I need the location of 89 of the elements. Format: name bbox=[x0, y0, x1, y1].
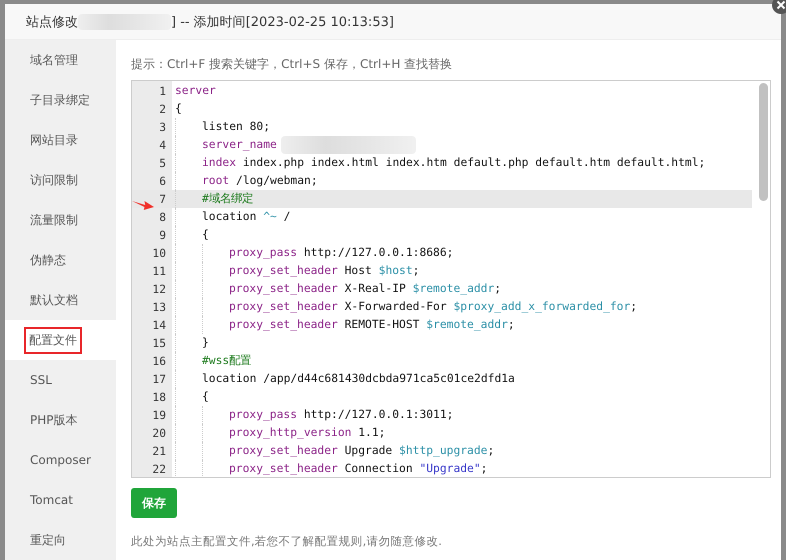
code-token: "Upgrade" bbox=[419, 461, 481, 477]
code-token: ; bbox=[480, 461, 488, 477]
line-number: 3 bbox=[159, 120, 166, 134]
line-number: 8 bbox=[159, 210, 166, 224]
line-number: 10 bbox=[152, 246, 166, 260]
code-token: /log/webman; bbox=[235, 173, 318, 189]
code-token: 1.1; bbox=[357, 425, 386, 441]
code-token: ; bbox=[487, 443, 494, 459]
code-token: server bbox=[175, 83, 216, 99]
line-number: 20 bbox=[152, 426, 166, 440]
line-number: 13 bbox=[152, 300, 166, 314]
sidebar-item[interactable]: 子目录绑定 bbox=[5, 80, 116, 120]
dialog-title-time: ] -- 添加时间[2023-02-25 10:13:53] bbox=[171, 14, 394, 30]
code-token: index.php index.html index.htm default.php default.htm default.html; bbox=[242, 155, 706, 171]
line-number: 19 bbox=[152, 408, 166, 422]
sidebar-item[interactable]: Tomcat bbox=[5, 480, 116, 520]
code-token: proxy_set_header bbox=[229, 299, 338, 315]
code-token: ; bbox=[630, 299, 638, 315]
code-token: index bbox=[202, 155, 236, 171]
code-editor[interactable] bbox=[131, 80, 771, 478]
code-token: ; bbox=[508, 317, 515, 333]
line-number: 16 bbox=[152, 354, 166, 368]
code-token: { bbox=[202, 227, 209, 243]
pointer-arrow-icon bbox=[132, 198, 154, 210]
sidebar-item[interactable]: 伪静态 bbox=[5, 240, 116, 280]
sidebar-item[interactable]: 重定向 bbox=[5, 520, 116, 560]
code-token: server_name bbox=[202, 137, 277, 153]
line-number: 18 bbox=[152, 390, 166, 404]
line-number: 6 bbox=[159, 174, 166, 188]
note-text: 此处为站点主配置文件,若您不了解配置规则,请勿随意修改. bbox=[131, 534, 443, 549]
line-number: 1 bbox=[159, 84, 166, 98]
line-number: 21 bbox=[152, 444, 166, 458]
code-token: proxy_set_header bbox=[229, 281, 338, 297]
code-token: Host bbox=[344, 263, 373, 279]
code-token: proxy_pass bbox=[229, 407, 298, 423]
sidebar-item[interactable]: 配置文件 bbox=[5, 320, 116, 360]
sidebar-item[interactable]: PHP版本 bbox=[5, 400, 116, 440]
line-number: 15 bbox=[152, 336, 166, 350]
code-token: ; bbox=[494, 281, 502, 297]
code-token: listen 80; bbox=[202, 119, 270, 135]
code-token: Connection bbox=[344, 461, 414, 477]
line-number: 7 bbox=[159, 192, 166, 206]
line-number: 5 bbox=[159, 156, 166, 170]
line-number: 22 bbox=[152, 462, 166, 476]
code-token: proxy_set_header bbox=[229, 263, 338, 279]
sidebar-item[interactable]: 网站目录 bbox=[5, 120, 116, 160]
code-token: ^~ bbox=[263, 209, 277, 225]
sidebar-item[interactable]: Composer bbox=[5, 440, 116, 480]
code-token: http://127.0.0.1:8686; bbox=[302, 245, 454, 261]
code-token: { bbox=[202, 389, 209, 405]
code-token: proxy_http_version bbox=[229, 425, 352, 441]
code-token: proxy_set_header bbox=[229, 443, 338, 459]
sidebar-item[interactable]: 域名管理 bbox=[5, 40, 116, 80]
code-token: proxy_set_header bbox=[229, 461, 338, 477]
code-token: $remote_addr bbox=[426, 317, 508, 333]
sidebar-item[interactable]: 默认文档 bbox=[5, 280, 116, 320]
sidebar-item[interactable]: 流量限制 bbox=[5, 200, 116, 240]
scrollbar-thumb[interactable] bbox=[759, 83, 768, 201]
code-token: $http_upgrade bbox=[399, 443, 488, 459]
line-number: 12 bbox=[152, 282, 166, 296]
code-token: http://127.0.0.1:3011; bbox=[302, 407, 454, 423]
code-token: proxy_set_header bbox=[229, 317, 338, 333]
line-number: 2 bbox=[159, 102, 166, 116]
code-token: X-Real-IP bbox=[344, 281, 407, 297]
code-token: { bbox=[175, 101, 182, 117]
code-token: $remote_addr bbox=[412, 281, 494, 297]
code-token: #wss配置 bbox=[202, 353, 252, 369]
sidebar-item[interactable]: SSL bbox=[5, 360, 116, 400]
code-token: $host bbox=[378, 263, 413, 279]
dialog-title: 站点修改 bbox=[26, 14, 78, 30]
code-token: X-Forwarded-For bbox=[344, 299, 448, 315]
code-token: location /app/d44c681430dcbda971ca5c01ce2dfd1a bbox=[202, 371, 515, 387]
code-token: Upgrade bbox=[344, 443, 394, 459]
line-number: 14 bbox=[152, 318, 166, 332]
code-token: $proxy_add_x_forwarded_for bbox=[453, 299, 630, 315]
code-token: location bbox=[202, 209, 258, 225]
hint-text: 提示：Ctrl+F 搜索关键字，Ctrl+S 保存，Ctrl+H 查找替换 bbox=[131, 56, 454, 73]
line-number: 9 bbox=[159, 228, 166, 242]
sidebar-item[interactable]: 访问限制 bbox=[5, 160, 116, 200]
line-number: 17 bbox=[152, 372, 166, 386]
code-token: REMOTE-HOST bbox=[344, 317, 420, 333]
line-number: 4 bbox=[159, 138, 166, 152]
code-token: #域名绑定 bbox=[202, 191, 253, 207]
line-number: 11 bbox=[152, 264, 166, 278]
code-token: proxy_pass bbox=[229, 245, 298, 261]
code-token: } bbox=[202, 335, 209, 351]
code-token: / bbox=[282, 209, 290, 225]
code-token: ; bbox=[412, 263, 420, 279]
code-token: root bbox=[202, 173, 230, 189]
